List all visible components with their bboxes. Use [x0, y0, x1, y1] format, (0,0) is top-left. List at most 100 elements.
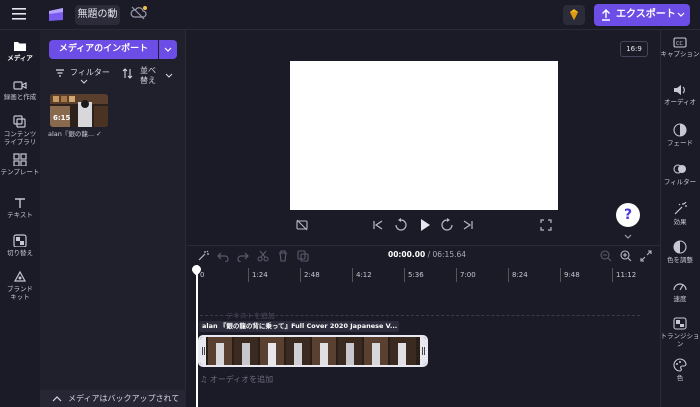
audio-track-placeholder: オーディオを追加 — [209, 375, 274, 384]
scissors-icon[interactable] — [257, 250, 269, 262]
nav-item-templates[interactable]: テンプレート — [0, 153, 40, 176]
import-dropdown-button[interactable] — [159, 40, 177, 59]
total-time: / 06:15.64 — [427, 250, 467, 259]
fade-icon — [673, 123, 687, 137]
skip-back-icon[interactable] — [372, 219, 384, 231]
cloud-off-icon[interactable] — [130, 6, 147, 20]
nav-label: メディア — [7, 54, 33, 62]
trash-icon[interactable] — [277, 250, 289, 262]
backup-notice[interactable]: メディアはバックアップされて — [40, 390, 186, 407]
forward-5-icon[interactable] — [440, 218, 454, 232]
chevron-down-icon — [80, 79, 88, 84]
premium-gem-icon[interactable] — [563, 5, 585, 25]
sort-label: 並べ替え — [140, 66, 156, 85]
media-thumbnail[interactable]: 6:15 — [50, 94, 108, 127]
help-button[interactable]: ? — [616, 203, 640, 227]
media-title: alan『銀の龍... ✓ — [48, 130, 102, 138]
current-time: 00:00.00 — [388, 250, 426, 259]
filter-icon — [673, 164, 686, 174]
text-track-placeholder: テキストを追加 — [226, 312, 275, 320]
panel-item-filters[interactable]: フィルター — [660, 162, 700, 186]
chevron-down-icon — [677, 12, 685, 18]
rewind-5-icon[interactable] — [394, 218, 408, 232]
magic-wand-icon[interactable] — [197, 250, 209, 262]
fullscreen-icon[interactable] — [540, 219, 552, 231]
export-button[interactable]: エクスポート — [594, 4, 690, 26]
nav-item-media[interactable]: メディア — [0, 40, 40, 62]
fit-timeline-icon[interactable] — [640, 250, 652, 262]
panel-label: 色 — [676, 374, 684, 382]
filter-lines-icon — [56, 69, 64, 77]
undo-icon[interactable] — [217, 250, 229, 262]
svg-text:CC: CC — [676, 41, 683, 47]
panel-item-audio[interactable]: オーディオ — [660, 84, 700, 106]
nav-label: 切り替え — [7, 249, 33, 257]
nav-item-text[interactable]: テキスト — [0, 197, 40, 219]
sort-button[interactable]: 並べ替え — [122, 66, 177, 88]
panel-label: オーディオ — [663, 98, 697, 106]
filter-button[interactable]: フィルター — [55, 66, 110, 88]
filter-label: フィルター — [70, 68, 110, 77]
aspect-ratio-button[interactable]: 16:9 — [620, 41, 648, 57]
hamburger-icon[interactable] — [12, 8, 26, 20]
chevron-down-icon — [165, 73, 173, 78]
duplicate-icon[interactable] — [297, 250, 309, 262]
panel-item-color[interactable]: 色 — [660, 358, 700, 382]
captions-icon: CC — [673, 37, 687, 48]
music-note-icon: ♫ — [200, 375, 208, 384]
speed-icon — [673, 283, 687, 291]
text-icon — [15, 198, 25, 208]
audio-track[interactable]: ♫ オーディオを追加 — [200, 373, 640, 387]
nav-label: テキスト — [7, 211, 33, 219]
nav-label: 録画と作成 — [3, 93, 37, 101]
panel-label: フィルター — [663, 178, 697, 186]
redo-icon[interactable] — [237, 250, 249, 262]
caption-off-icon[interactable] — [296, 219, 308, 231]
panel-label: 色を調整 — [667, 256, 693, 264]
panel-label: キャプション — [660, 50, 700, 58]
playhead[interactable] — [196, 265, 198, 407]
play-icon[interactable] — [418, 218, 432, 232]
panel-item-color-adjust[interactable]: 色を調整 — [660, 240, 700, 264]
chevron-down-icon[interactable] — [616, 232, 640, 242]
panel-item-transition[interactable]: トランジション — [660, 317, 700, 348]
effects-icon — [674, 202, 687, 215]
nav-item-transitions[interactable]: 切り替え — [0, 234, 40, 257]
video-clip[interactable] — [198, 335, 428, 367]
backup-label: メディアはバックアップされて — [68, 394, 180, 403]
timeline-ruler[interactable]: 0 1:24 2:48 4:12 5:36 7:00 8:24 9:48 11:… — [196, 268, 660, 282]
project-title[interactable]: 無題の動 — [75, 5, 120, 25]
nav-label: ブランド キット — [7, 285, 33, 301]
transition-icon — [13, 234, 27, 247]
panel-item-captions[interactable]: CC キャプション — [660, 37, 700, 58]
upload-icon — [601, 9, 611, 21]
panel-label: フェード — [667, 139, 693, 147]
panel-label: 効果 — [673, 218, 687, 226]
chevron-up-icon — [52, 396, 62, 402]
folder-icon — [14, 42, 26, 51]
timecode: 00:00.00 / 06:15.64 — [388, 250, 466, 259]
text-track[interactable]: テキストを追加 — [200, 312, 640, 320]
brand-kit-icon — [13, 270, 27, 282]
nav-item-content-library[interactable]: コンテンツ ライブラリ — [0, 115, 40, 146]
transition-icon — [673, 317, 687, 330]
import-media-button[interactable]: メディアのインポート — [49, 40, 158, 59]
panel-label: 速度 — [673, 295, 687, 303]
template-icon — [13, 153, 27, 166]
camera-icon — [13, 81, 27, 90]
speaker-icon — [674, 85, 685, 95]
color-adjust-icon — [673, 240, 687, 254]
zoom-out-icon[interactable] — [600, 250, 612, 262]
nav-item-record[interactable]: 録画と作成 — [0, 80, 40, 101]
nav-label: コンテンツ ライブラリ — [3, 130, 37, 146]
library-icon — [13, 115, 26, 128]
skip-forward-icon[interactable] — [462, 219, 474, 231]
nav-item-brand-kit[interactable]: ブランド キット — [0, 270, 40, 301]
playback-controls — [290, 216, 558, 234]
clip-title: alan 『銀の龍の背に乗って』Full Cover 2020 Japanese… — [199, 321, 399, 332]
zoom-in-icon[interactable] — [620, 250, 632, 262]
panel-item-fade[interactable]: フェード — [660, 123, 700, 147]
panel-item-speed[interactable]: 速度 — [660, 280, 700, 303]
video-canvas[interactable] — [290, 61, 558, 210]
panel-item-effects[interactable]: 効果 — [660, 202, 700, 226]
